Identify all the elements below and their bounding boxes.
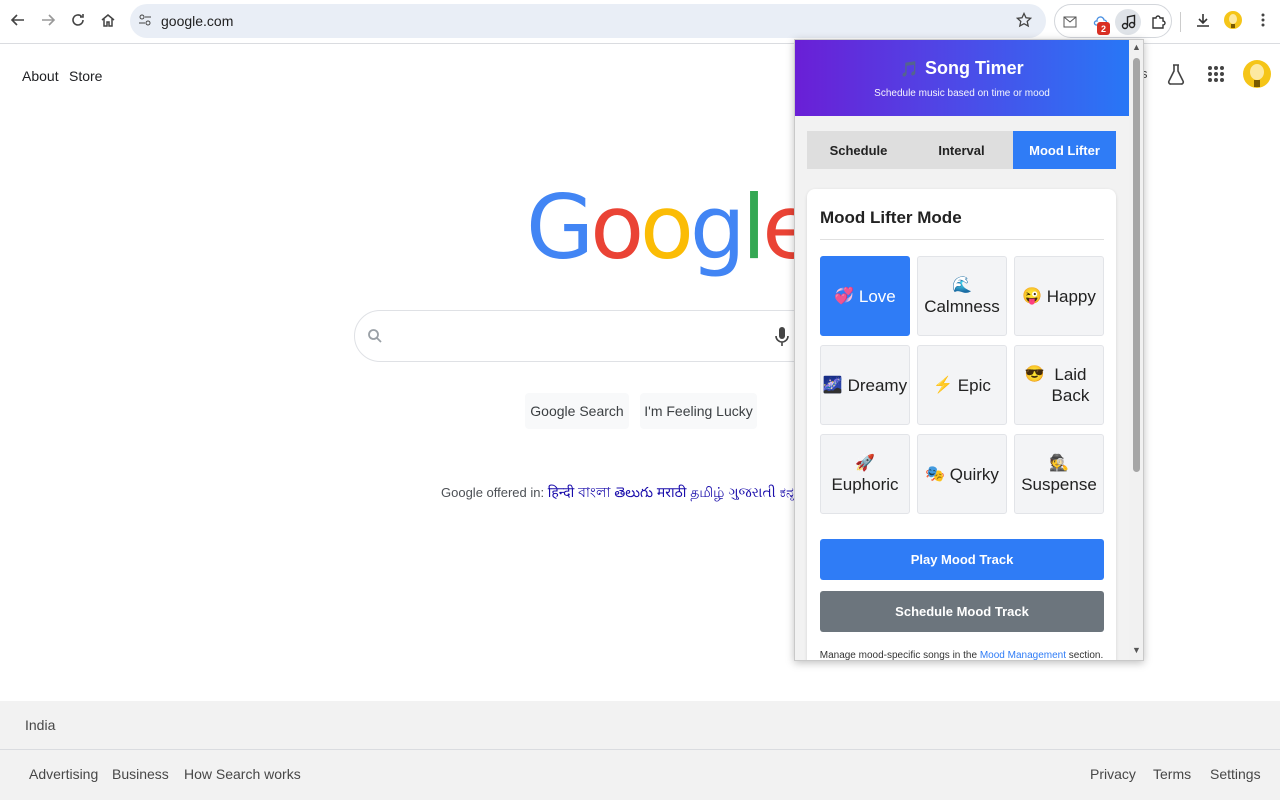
note-prefix: Manage mood-specific songs in the bbox=[819, 650, 978, 661]
mood-management-note: Manage mood-specific songs in the Mood M… bbox=[807, 650, 1116, 661]
song-timer-extension-icon[interactable] bbox=[1115, 9, 1141, 35]
business-link[interactable]: Business bbox=[112, 766, 169, 782]
labs-flask-icon[interactable] bbox=[1166, 63, 1186, 90]
tab-schedule[interactable]: Schedule bbox=[807, 131, 910, 169]
logo-letter: g bbox=[689, 176, 746, 279]
scroll-down-arrow-icon[interactable]: ▼ bbox=[1131, 645, 1142, 656]
toolbar-divider bbox=[1180, 12, 1181, 32]
footer-links-bar: Advertising Business How Search works Pr… bbox=[0, 750, 1280, 800]
mood-happy-button[interactable]: 😜 Happy bbox=[1014, 256, 1104, 336]
popup-title-text: Song Timer bbox=[925, 58, 1024, 78]
download-icon[interactable] bbox=[1191, 8, 1215, 32]
bookmark-star-icon[interactable] bbox=[1015, 11, 1033, 33]
how-search-works-link[interactable]: How Search works bbox=[184, 766, 301, 782]
mood-label: Quirky bbox=[949, 464, 999, 484]
search-icon bbox=[367, 328, 383, 349]
mood-euphoric-button[interactable]: 🚀 Euphoric bbox=[820, 434, 910, 514]
lightning-icon: ⚡ bbox=[933, 376, 954, 394]
tab-interval[interactable]: Interval bbox=[910, 131, 1013, 169]
mood-label: Happy bbox=[1046, 286, 1096, 306]
scrollbar-thumb[interactable] bbox=[1133, 58, 1140, 472]
mood-epic-button[interactable]: ⚡ Epic bbox=[917, 345, 1007, 425]
google-search-button[interactable]: Google Search bbox=[525, 393, 629, 429]
mood-quirky-button[interactable]: 🎭 Quirky bbox=[917, 434, 1007, 514]
mood-label: Calmness bbox=[924, 297, 1000, 316]
section-title: Mood Lifter Mode bbox=[820, 208, 962, 227]
note-suffix: section. bbox=[1068, 650, 1104, 661]
scroll-up-arrow-icon[interactable]: ▲ bbox=[1131, 42, 1142, 53]
tab-mood-lifter[interactable]: Mood Lifter bbox=[1013, 131, 1116, 169]
logo-letter: G bbox=[526, 176, 594, 279]
apps-grid-icon[interactable] bbox=[1207, 65, 1225, 88]
home-icon[interactable] bbox=[96, 8, 120, 32]
mood-suspense-button[interactable]: 🕵 Suspense bbox=[1014, 434, 1104, 514]
winking-face-icon: 😜 bbox=[1022, 287, 1043, 305]
store-link[interactable]: Store bbox=[69, 68, 102, 84]
night-sky-icon: 🌌 bbox=[822, 376, 843, 394]
mood-label: Euphoric bbox=[831, 475, 899, 494]
wave-icon: 🌊 bbox=[952, 277, 972, 294]
feeling-lucky-button[interactable]: I'm Feeling Lucky bbox=[640, 393, 757, 429]
detective-icon: 🕵 bbox=[1049, 455, 1069, 472]
music-note-icon: 🎵 bbox=[900, 60, 919, 78]
reload-icon[interactable] bbox=[66, 8, 90, 32]
browser-toolbar: google.com 2 bbox=[0, 0, 1280, 44]
mood-label: Epic bbox=[957, 375, 991, 395]
site-info-icon[interactable] bbox=[138, 13, 152, 32]
privacy-link[interactable]: Privacy bbox=[1090, 766, 1136, 782]
play-mood-track-button[interactable]: Play Mood Track bbox=[820, 539, 1104, 580]
mood-label: Laid Back bbox=[1051, 365, 1090, 405]
divider bbox=[820, 239, 1104, 240]
sunglasses-face-icon: 😎 bbox=[1024, 366, 1045, 383]
theater-masks-icon: 🎭 bbox=[925, 465, 946, 483]
country-label: India bbox=[25, 717, 56, 733]
mood-lifter-card: Mood Lifter Mode 💞 Love 🌊 Calmness 😜 Happ… bbox=[807, 189, 1116, 661]
hearts-icon: 💞 bbox=[834, 287, 855, 305]
terms-link[interactable]: Terms bbox=[1153, 766, 1191, 782]
song-timer-popup: 🎵 Song Timer Schedule music based on tim… bbox=[794, 39, 1144, 661]
rocket-icon: 🚀 bbox=[855, 455, 875, 472]
offered-in-languages: Google offered in: हिन्दी বাংলা తెలుగు म… bbox=[441, 481, 851, 505]
logo-letter: o bbox=[640, 176, 694, 279]
mood-label: Suspense bbox=[1021, 475, 1097, 494]
voice-search-icon[interactable] bbox=[775, 326, 789, 353]
offered-label: Google offered in: bbox=[441, 485, 545, 500]
menu-kebab-icon[interactable] bbox=[1251, 8, 1275, 32]
extension-badge: 2 bbox=[1097, 22, 1110, 35]
popup-header: 🎵 Song Timer Schedule music based on tim… bbox=[795, 40, 1129, 116]
back-icon[interactable] bbox=[6, 8, 30, 32]
mood-label: Love bbox=[858, 286, 896, 306]
logo-letter: o bbox=[590, 176, 644, 279]
about-link[interactable]: About bbox=[22, 68, 59, 84]
address-bar[interactable]: google.com bbox=[130, 4, 1046, 38]
mail-extension-icon[interactable] bbox=[1060, 12, 1080, 32]
popup-title: 🎵 Song Timer bbox=[795, 58, 1129, 79]
account-avatar[interactable] bbox=[1242, 58, 1272, 95]
google-logo: Google bbox=[526, 176, 816, 279]
popup-scrollbar[interactable]: ▲ ▼ bbox=[1129, 40, 1143, 660]
puzzle-extensions-icon[interactable] bbox=[1148, 12, 1168, 32]
profile-avatar[interactable] bbox=[1221, 8, 1245, 32]
forward-icon[interactable] bbox=[36, 8, 60, 32]
extensions-group bbox=[1054, 4, 1172, 38]
footer-country-bar: India bbox=[0, 701, 1280, 750]
mode-tabs: Schedule Interval Mood Lifter bbox=[807, 131, 1116, 169]
popup-subtitle: Schedule music based on time or mood bbox=[874, 88, 1050, 99]
schedule-mood-track-button[interactable]: Schedule Mood Track bbox=[820, 591, 1104, 632]
mood-laid-back-button[interactable]: 😎 Laid Back bbox=[1014, 345, 1104, 425]
mood-management-link[interactable]: Mood Management bbox=[980, 650, 1066, 660]
mood-calmness-button[interactable]: 🌊 Calmness bbox=[917, 256, 1007, 336]
settings-link[interactable]: Settings bbox=[1210, 766, 1261, 782]
url-text: google.com bbox=[161, 13, 234, 29]
mood-label: Dreamy bbox=[847, 375, 908, 395]
mood-love-button[interactable]: 💞 Love bbox=[820, 256, 910, 336]
advertising-link[interactable]: Advertising bbox=[29, 766, 98, 782]
logo-letter: l bbox=[741, 176, 767, 279]
mood-dreamy-button[interactable]: 🌌 Dreamy bbox=[820, 345, 910, 425]
